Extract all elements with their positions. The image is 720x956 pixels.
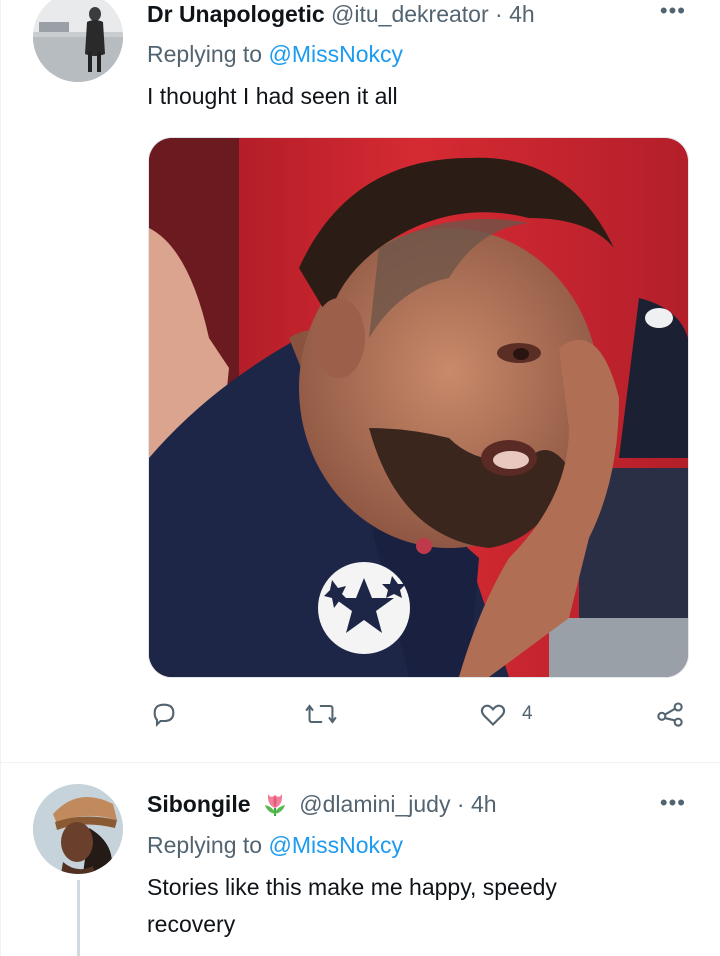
avatar-photo [33, 0, 123, 82]
timestamp[interactable]: 4h [509, 1, 535, 27]
tulip-icon [261, 790, 289, 822]
tweet-actions: 4 [0, 700, 720, 740]
tweet-text-line: recovery [147, 911, 236, 937]
tweet-header: Sibongile @dlamini_judy · 4h [147, 790, 497, 822]
avatar[interactable] [33, 784, 123, 874]
more-options-button[interactable]: ••• [660, 0, 686, 24]
thread-connector [77, 880, 80, 956]
display-name[interactable]: Sibongile [147, 791, 251, 817]
share-icon [657, 702, 683, 727]
retweet-button[interactable] [305, 700, 351, 728]
more-horizontal-icon: ••• [659, 0, 686, 23]
tweet-text: I thought I had seen it all [147, 83, 398, 109]
replying-to: Replying to @MissNokcy [147, 831, 403, 859]
tweet-1[interactable]: Dr Unapologetic @itu_dekreator · 4h ••• … [0, 0, 720, 762]
tweet-photo[interactable] [148, 137, 689, 678]
reply-button[interactable] [150, 700, 192, 728]
user-handle[interactable]: @dlamini_judy [299, 791, 450, 817]
share-button[interactable] [655, 700, 685, 728]
avatar-photo [33, 784, 123, 874]
tweet-header: Dr Unapologetic @itu_dekreator · 4h [147, 0, 535, 28]
replying-to-label: Replying to [147, 832, 263, 858]
display-name[interactable]: Dr Unapologetic [147, 1, 325, 27]
more-horizontal-icon: ••• [659, 790, 686, 815]
reply-icon [153, 703, 175, 728]
like-count: 4 [522, 703, 533, 724]
photo-image [149, 138, 688, 677]
more-options-button[interactable]: ••• [660, 790, 686, 816]
mention-link[interactable]: @MissNokcy [268, 832, 403, 858]
retweet-icon [305, 704, 337, 724]
tweet-text-line: Stories like this make me happy, speedy [147, 874, 557, 900]
heart-icon [480, 704, 506, 726]
replying-to-label: Replying to [147, 41, 263, 67]
user-handle[interactable]: @itu_dekreator [331, 1, 489, 27]
like-button[interactable]: 4 [478, 700, 533, 728]
tweet-text: Stories like this make me happy, speedy … [147, 869, 687, 943]
replying-to: Replying to @MissNokcy [147, 40, 403, 68]
mention-link[interactable]: @MissNokcy [268, 41, 403, 67]
dot-separator: · [456, 791, 465, 817]
timestamp[interactable]: 4h [471, 791, 497, 817]
avatar[interactable] [33, 0, 123, 82]
dot-separator: · [495, 1, 503, 27]
tweet-2[interactable]: Sibongile @dlamini_judy · 4h ••• Replyin… [0, 763, 720, 956]
